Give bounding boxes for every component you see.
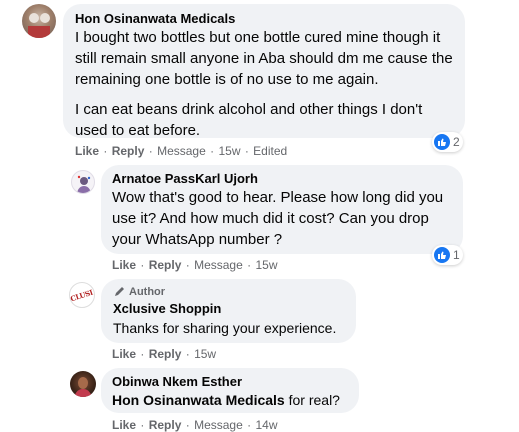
avatar-photo-icon [74, 377, 92, 397]
author-badge: Author [113, 285, 344, 298]
reaction-count-text: 1 [453, 248, 460, 262]
comment-text: Thanks for sharing your experience. [113, 320, 337, 336]
comment-author[interactable]: Hon Osinanwata Medicals [75, 11, 453, 26]
timestamp[interactable]: 14w [255, 418, 277, 432]
message-link[interactable]: Message [194, 258, 243, 272]
timestamp[interactable]: 15w [255, 258, 277, 272]
edited-label[interactable]: Edited [253, 144, 287, 158]
avatar-obinwa[interactable] [70, 371, 96, 397]
pencil-icon [115, 287, 124, 296]
reaction-count-text: 2 [453, 135, 460, 149]
avatar-logo-text: CLUSI [69, 287, 95, 303]
comment-bubble: Arnatoe PassKarl Ujorh Wow that's good t… [101, 165, 463, 254]
comment-author[interactable]: Obinwa Nkem Esther [112, 374, 347, 389]
comment-text: I bought two bottles but one bottle cure… [75, 29, 453, 88]
comment-text: I can eat beans drink alcohol and other … [75, 101, 423, 139]
comment-bubble: Author Xclusive Shoppin Thanks for shari… [101, 279, 356, 343]
reply-link[interactable]: Reply [149, 347, 182, 361]
comment-text: Wow that's good to hear. Please how long… [112, 189, 444, 248]
avatar-photo-icon [28, 13, 50, 38]
reaction-count[interactable]: 2 [432, 132, 463, 152]
message-link[interactable]: Message [157, 144, 206, 158]
message-link[interactable]: Message [194, 418, 243, 432]
comment-text-rest: for real? [284, 392, 340, 408]
comment-author[interactable]: Xclusive Shoppin [113, 301, 344, 316]
mention-link[interactable]: Hon Osinanwata Medicals [112, 392, 285, 408]
avatar-arnatoe[interactable] [71, 170, 95, 194]
like-link[interactable]: Like [112, 347, 136, 361]
comment-actions: Like · Reply · Message · 14w [112, 418, 278, 432]
comment-text: Hon Osinanwata Medicals for real? [112, 390, 347, 411]
like-link[interactable]: Like [112, 418, 136, 432]
timestamp[interactable]: 15w [218, 144, 240, 158]
author-badge-label: Author [129, 285, 166, 298]
like-reaction-icon [434, 247, 450, 263]
like-link[interactable]: Like [112, 258, 136, 272]
comment-actions: Like · Reply · 15w [112, 347, 217, 361]
reply-link[interactable]: Reply [112, 144, 145, 158]
avatar-xclusive-shoppin[interactable]: CLUSI [69, 282, 95, 308]
reply-link[interactable]: Reply [149, 258, 182, 272]
like-reaction-icon [434, 134, 450, 150]
comment-bubble: Obinwa Nkem Esther Hon Osinanwata Medica… [101, 368, 359, 413]
timestamp[interactable]: 15w [194, 347, 216, 361]
comment-bubble: Hon Osinanwata Medicals I bought two bot… [63, 4, 465, 139]
reply-link[interactable]: Reply [149, 418, 182, 432]
comment-actions: Like · Reply · Message · 15w [112, 258, 278, 272]
comment-author[interactable]: Arnatoe PassKarl Ujorh [112, 171, 451, 186]
reaction-count[interactable]: 1 [432, 245, 463, 265]
comment-actions: Like · Reply · Message · 15w · Edited [75, 144, 288, 158]
avatar-hon-osinanwata[interactable] [22, 4, 56, 38]
avatar-photo-icon [77, 175, 91, 193]
like-link[interactable]: Like [75, 144, 99, 158]
